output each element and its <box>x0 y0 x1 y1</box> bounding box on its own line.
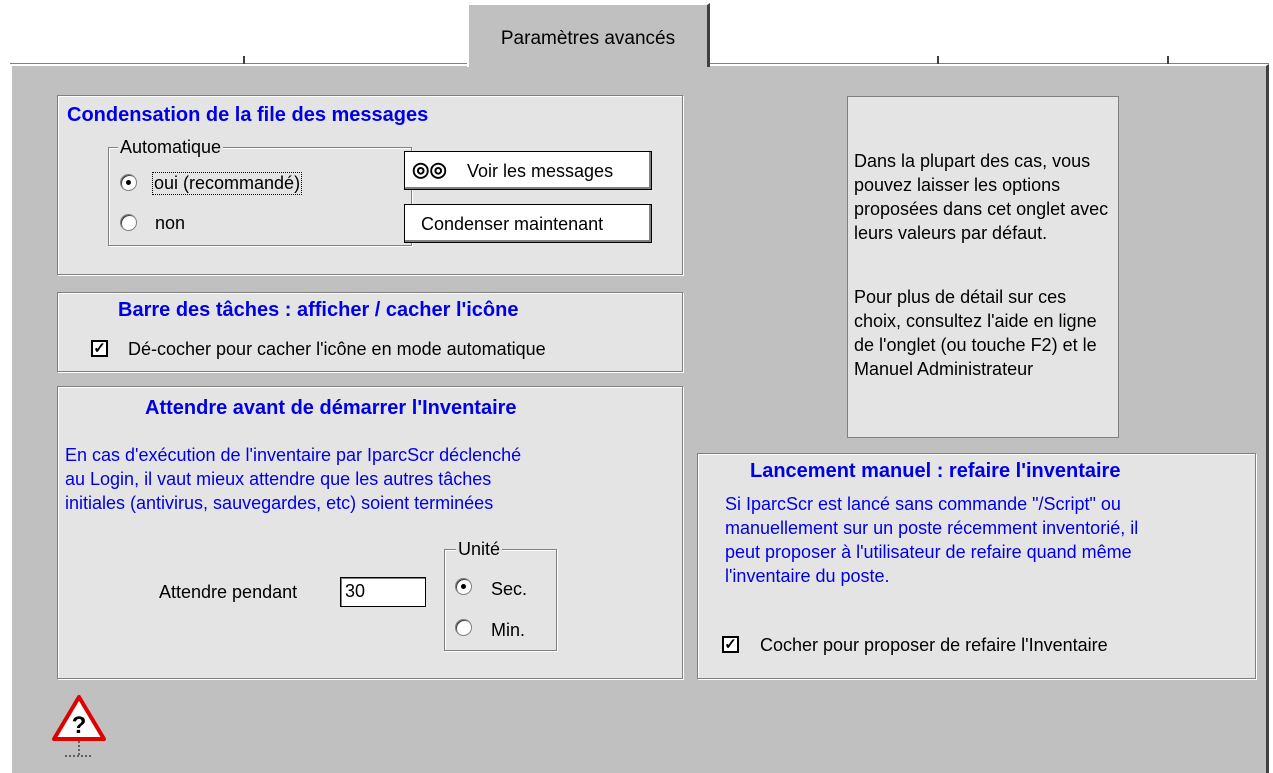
view-messages-button[interactable]: ◎◎ Voir les messages <box>404 151 652 190</box>
taskbar-title: Barre des tâches : afficher / cacher l'i… <box>118 299 519 321</box>
wait-title: Attendre avant de démarrer l'Inventaire <box>145 397 517 419</box>
condensation-group: Condensation de la file des messages Aut… <box>57 95 683 275</box>
svg-text:?: ? <box>72 712 87 739</box>
radio-oui[interactable] <box>120 174 137 191</box>
condense-now-label: Condenser maintenant <box>421 214 604 234</box>
manual-description-line: manuellement sur un poste récemment inve… <box>725 518 1139 538</box>
radio-non-label[interactable]: non <box>155 213 185 234</box>
wait-group: Attendre avant de démarrer l'Inventaire … <box>57 386 683 679</box>
automatic-legend: Automatique <box>118 137 224 158</box>
taskbar-checkbox-label[interactable]: Dé-cocher pour cacher l'icône en mode au… <box>128 339 546 360</box>
info-paragraph-1: Dans la plupart des cas, vous pouvez lai… <box>854 149 1118 245</box>
manual-description-line: peut proposer à l'utilisateur de refaire… <box>725 542 1132 562</box>
info-line: Dans la plupart des cas, vous <box>854 151 1091 171</box>
info-line: pouvez laisser les options <box>854 175 1061 195</box>
info-line: proposées dans cet onglet avec <box>854 199 1109 219</box>
info-line: de l'onglet (ou touche F2) et le <box>854 335 1097 355</box>
radio-sec[interactable] <box>455 578 472 595</box>
wait-duration-input[interactable]: 30 <box>340 577 426 607</box>
wait-description-line: au Login, il vaut mieux attendre que les… <box>65 469 492 489</box>
radio-min-label[interactable]: Min. <box>491 620 525 641</box>
automatic-frame <box>108 147 412 246</box>
wait-description-line: En cas d'exécution de l'inventaire par I… <box>65 445 522 465</box>
info-line: leurs valeurs par défaut. <box>854 223 1048 243</box>
manual-description-line: Si IparcScr est lancé sans commande "/Sc… <box>725 494 1121 514</box>
manual-checkbox[interactable]: ✓ <box>722 636 739 653</box>
unit-legend: Unité <box>456 539 503 560</box>
wait-description: En cas d'exécution de l'inventaire par I… <box>65 443 521 515</box>
info-line: choix, consultez l'aide en ligne <box>854 311 1097 331</box>
wait-description-line: initiales (antivirus, sauvegardes, etc) … <box>65 493 494 513</box>
radio-sec-label[interactable]: Sec. <box>491 579 527 600</box>
taskbar-group: Barre des tâches : afficher / cacher l'i… <box>57 292 683 372</box>
binoculars-icon: ◎◎ <box>412 159 447 181</box>
wait-field-label: Attendre pendant <box>159 582 298 602</box>
manual-title: Lancement manuel : refaire l'inventaire <box>750 460 1121 482</box>
condense-now-button[interactable]: Condenser maintenant <box>404 204 652 243</box>
taskbar-checkbox[interactable]: ✓ <box>91 340 108 357</box>
manual-checkbox-label[interactable]: Cocher pour proposer de refaire l'Invent… <box>760 635 1108 656</box>
radio-non[interactable] <box>120 214 137 231</box>
radio-oui-label[interactable]: oui (recommandé) <box>151 172 303 195</box>
radio-min[interactable] <box>455 619 472 636</box>
manual-description: Si IparcScr est lancé sans commande "/Sc… <box>725 492 1138 588</box>
info-paragraph-2: Pour plus de détail sur ces choix, consu… <box>854 285 1118 381</box>
warning-help-icon[interactable]: ? <box>51 694 107 760</box>
manual-description-line: l'inventaire du poste. <box>725 566 890 586</box>
info-line: Manuel Administrateur <box>854 359 1034 379</box>
condensation-title: Condensation de la file des messages <box>67 104 429 126</box>
view-messages-label: Voir les messages <box>467 161 614 181</box>
info-box: Dans la plupart des cas, vous pouvez lai… <box>847 96 1119 438</box>
info-line: Pour plus de détail sur ces <box>854 287 1067 307</box>
manual-launch-group: Lancement manuel : refaire l'inventaire … <box>697 453 1256 679</box>
